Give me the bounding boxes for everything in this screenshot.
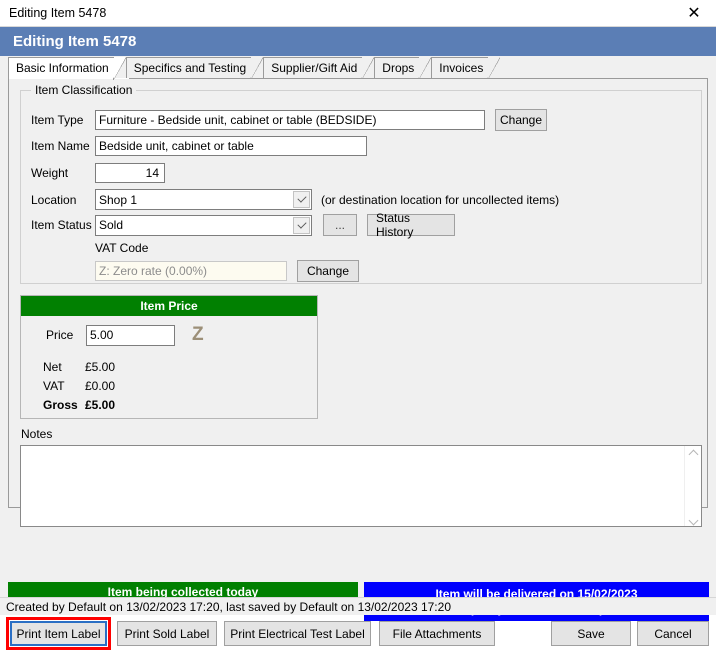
price-input-row: Price 5.00 Z xyxy=(46,324,204,346)
item-status-selected-value: Sold xyxy=(99,218,124,232)
vat-code-change-button[interactable]: Change xyxy=(297,260,359,282)
item-price-header: Item Price xyxy=(21,296,317,316)
location-select[interactable]: Shop 1 xyxy=(95,189,312,210)
chevron-up-icon[interactable] xyxy=(689,450,698,456)
item-status-select[interactable]: Sold xyxy=(95,214,312,236)
status-history-button[interactable]: Status History xyxy=(367,211,455,239)
item-name-row: Item Name Bedside unit, cabinet or table xyxy=(31,136,367,156)
notes-textarea[interactable] xyxy=(21,446,684,526)
tab-label: Supplier/Gift Aid xyxy=(271,61,358,75)
tab-label: Specifics and Testing xyxy=(133,61,247,75)
print-electrical-test-label-button[interactable]: Print Electrical Test Label xyxy=(224,621,371,646)
vat-row: VAT £0.00 xyxy=(43,379,115,393)
status-bar-text: Created by Default on 13/02/2023 17:20, … xyxy=(6,599,451,614)
item-price-panel: Item Price Price 5.00 Z Net £5.00 VAT £0… xyxy=(20,295,318,419)
tab-basic-information[interactable]: Basic Information xyxy=(8,57,126,80)
weight-input[interactable]: 14 xyxy=(95,163,165,183)
item-status-label: Item Status xyxy=(31,218,92,232)
dialog-caption-bar: Editing Item 5478 xyxy=(0,27,716,56)
dialog-caption-title: Editing Item 5478 xyxy=(13,33,137,50)
tab-label: Drops xyxy=(382,61,415,75)
notes-field[interactable] xyxy=(20,445,702,527)
tab-panel-seam xyxy=(9,78,129,79)
cancel-button[interactable]: Cancel xyxy=(637,621,709,646)
close-icon[interactable]: ✕ xyxy=(672,0,716,26)
tab-label: Invoices xyxy=(439,61,484,75)
tab-invoices[interactable]: Invoices xyxy=(431,57,501,80)
item-name-label: Item Name xyxy=(31,139,90,153)
item-classification-title: Item Classification xyxy=(31,83,137,97)
tab-drops[interactable]: Drops xyxy=(374,57,432,80)
net-row: Net £5.00 xyxy=(43,360,115,374)
vat-code-marker: Z xyxy=(192,324,204,345)
item-name-input[interactable]: Bedside unit, cabinet or table xyxy=(95,136,367,156)
gross-label: Gross xyxy=(43,398,78,412)
chevron-down-icon[interactable] xyxy=(689,516,698,522)
net-label: Net xyxy=(43,360,62,374)
net-value: £5.00 xyxy=(85,360,116,374)
tab-panel-basic-information: Item Classification Item Type Furniture … xyxy=(8,78,708,527)
vat-label: VAT xyxy=(43,379,65,393)
location-selected-value: Shop 1 xyxy=(99,192,138,207)
print-item-label-button[interactable]: Print Item Label xyxy=(10,621,107,646)
notes-scrollbar[interactable] xyxy=(684,446,701,526)
tab-specifics-and-testing[interactable]: Specifics and Testing xyxy=(125,57,263,80)
notes-label: Notes xyxy=(21,427,53,441)
location-label: Location xyxy=(31,192,77,207)
vat-code-row: Z: Zero rate (0.00%) Change xyxy=(95,260,359,282)
tab-label: Basic Information xyxy=(16,61,109,75)
gross-value: £5.00 xyxy=(85,398,116,412)
tab-supplier-gift-aid[interactable]: Supplier/Gift Aid xyxy=(263,57,375,80)
weight-row: Weight 14 xyxy=(31,163,165,183)
item-status-row: Item Status Sold ... Status History xyxy=(31,211,455,239)
window-titlebar: Editing Item 5478 ✕ xyxy=(0,0,716,27)
status-bar: Created by Default on 13/02/2023 17:20, … xyxy=(0,597,716,615)
save-button[interactable]: Save xyxy=(551,621,631,646)
vat-code-label: VAT Code xyxy=(95,241,149,255)
item-type-change-button[interactable]: Change xyxy=(495,109,547,131)
window-title: Editing Item 5478 xyxy=(9,6,107,20)
price-label: Price xyxy=(46,328,74,342)
chevron-down-icon[interactable] xyxy=(293,191,310,208)
tab-strip: Basic Information Specifics and Testing … xyxy=(8,56,716,80)
weight-label: Weight xyxy=(31,166,69,180)
location-hint: (or destination location for uncollected… xyxy=(321,192,560,207)
print-sold-label-button[interactable]: Print Sold Label xyxy=(117,621,217,646)
chevron-down-icon[interactable] xyxy=(293,216,310,234)
vat-code-input: Z: Zero rate (0.00%) xyxy=(95,261,287,281)
dialog-body: Basic Information Specifics and Testing … xyxy=(0,56,716,650)
file-attachments-button[interactable]: File Attachments xyxy=(379,621,495,646)
vat-value: £0.00 xyxy=(85,379,116,393)
item-type-row: Item Type Furniture - Bedside unit, cabi… xyxy=(31,109,547,131)
price-input[interactable]: 5.00 xyxy=(86,324,175,346)
location-row: Location Shop 1 (or destination location… xyxy=(31,189,559,210)
item-status-ellipsis-button[interactable]: ... xyxy=(323,214,357,236)
item-type-label: Item Type xyxy=(31,113,84,127)
item-type-input[interactable]: Furniture - Bedside unit, cabinet or tab… xyxy=(95,110,485,130)
vat-code-label-row: VAT Code xyxy=(95,241,148,255)
gross-row: Gross £5.00 xyxy=(43,398,115,412)
